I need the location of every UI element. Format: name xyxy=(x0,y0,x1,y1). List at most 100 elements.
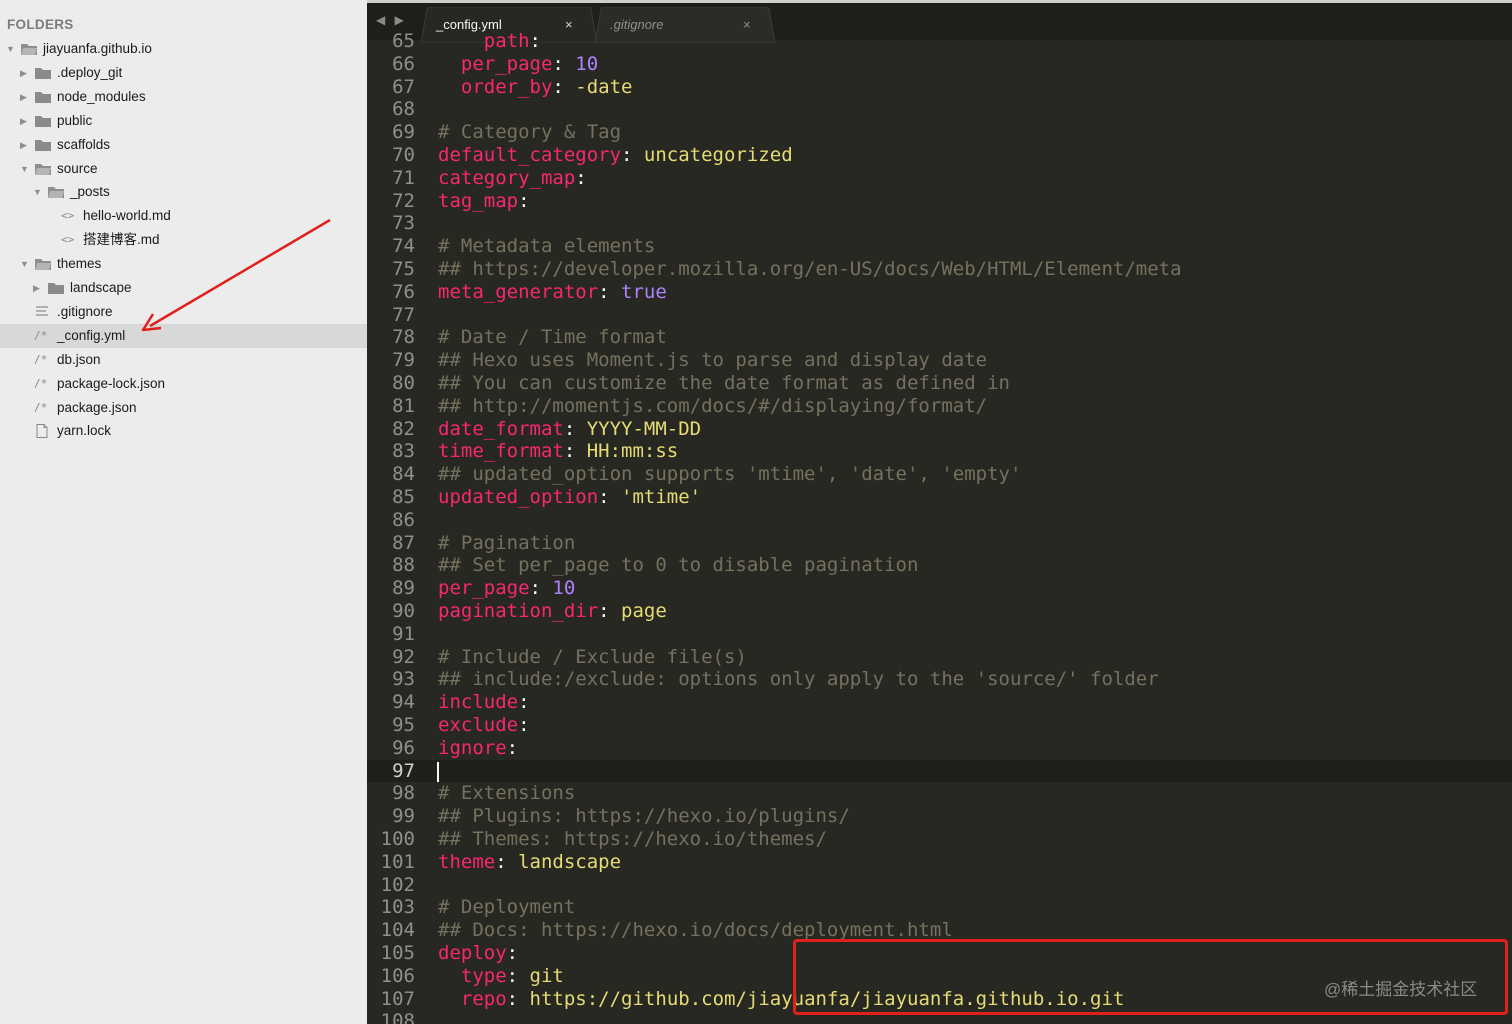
code-line: 85 updated_option: 'mtime' xyxy=(367,486,1512,509)
line-number: 68 xyxy=(392,98,415,121)
code-token: deploy xyxy=(438,942,507,964)
disclosure-collapsed-icon[interactable]: ▶ xyxy=(20,61,27,85)
file-md[interactable]: <> 搭建博客.md xyxy=(0,228,367,252)
file-package-json[interactable]: /* package.json xyxy=(0,396,367,420)
line-number: 77 xyxy=(392,303,415,326)
folder-open-icon xyxy=(47,185,65,199)
file-db-json[interactable]: /* db.json xyxy=(0,348,367,372)
folder-icon xyxy=(34,138,52,152)
folder-open-icon xyxy=(20,42,38,56)
line-content: # Category & Tag xyxy=(438,121,621,144)
folder-posts[interactable]: ▼ _posts xyxy=(0,180,367,204)
tree-item-label: package-lock.json xyxy=(57,375,166,391)
code-token: # Deployment xyxy=(438,896,576,919)
tree-item-label: source xyxy=(57,160,98,176)
code-token: landscape xyxy=(518,850,622,873)
code-token: git xyxy=(529,964,564,987)
line-number: 89 xyxy=(392,577,415,600)
file-hello-world-md[interactable]: <> hello-world.md xyxy=(0,204,367,228)
line-number: 84 xyxy=(392,463,415,486)
code-token: # Include / Exclude file(s) xyxy=(438,645,747,668)
code-line: 100 ## Themes: https://hexo.io/themes/ xyxy=(367,828,1512,851)
code-token: true xyxy=(621,280,667,303)
code-token: : xyxy=(552,52,576,75)
tree-item-label: yarn.lock xyxy=(57,423,112,439)
file-config-yml[interactable]: /* _config.yml xyxy=(0,323,367,348)
file-package-lock-json[interactable]: /* package-lock.json xyxy=(0,372,367,396)
folder-node-modules[interactable]: ▶ node_modules xyxy=(0,85,367,109)
code-token: : xyxy=(506,964,530,987)
file-icon xyxy=(34,424,52,439)
code-token: ## Hexo uses Moment.js to parse and disp… xyxy=(438,349,988,372)
line-content: ## updated_option supports 'mtime', 'dat… xyxy=(438,463,1021,486)
line-number: 108 xyxy=(380,1010,415,1024)
disclosure-expanded-icon[interactable]: ▼ xyxy=(6,37,15,61)
tree-item-label: themes xyxy=(57,256,102,272)
folder-jiayuanfa-github-io[interactable]: ▼ jiayuanfa.github.io xyxy=(0,37,367,61)
line-number: 85 xyxy=(392,486,415,508)
code-line: 81 ## http://momentjs.com/docs/#/displayi… xyxy=(367,395,1512,418)
code-token: ## updated_option supports 'mtime', 'dat… xyxy=(438,463,1022,486)
code-token: # Metadata elements xyxy=(438,235,656,258)
folder-landscape[interactable]: ▶ landscape xyxy=(0,276,367,300)
code-line: 104 ## Docs: https://hexo.io/docs/deploym… xyxy=(367,919,1512,942)
code-line: 92 # Include / Exclude file(s) xyxy=(367,646,1512,669)
folder-themes[interactable]: ▼ themes xyxy=(0,252,367,276)
disclosure-expanded-icon[interactable]: ▼ xyxy=(20,157,29,181)
code-file-icon: /* xyxy=(34,376,48,390)
line-content: category_map: xyxy=(438,167,587,190)
folder-public[interactable]: ▶ public xyxy=(0,109,367,133)
folder-icon xyxy=(34,66,52,80)
code-area[interactable]: 65 path: 66 per_page: 10 67 order_by: -dat… xyxy=(367,30,1512,1024)
line-number: 78 xyxy=(392,326,415,349)
folder-icon xyxy=(34,90,52,104)
tab-nav-arrows[interactable]: ◀ ▶ xyxy=(376,13,407,27)
folder-scaffolds[interactable]: ▶ scaffolds xyxy=(0,133,367,157)
markdown-file-icon: <> xyxy=(61,233,75,247)
line-number: 86 xyxy=(392,508,415,531)
folder-source[interactable]: ▼ source xyxy=(0,157,367,181)
folder-deploy-git[interactable]: ▶ .deploy_git xyxy=(0,61,367,85)
file-yarn-lock[interactable]: yarn.lock xyxy=(0,419,367,443)
code-line: 67 order_by: -date xyxy=(367,76,1512,99)
code-token: : xyxy=(506,736,519,759)
code-line: 73 xyxy=(367,212,1512,235)
code-line: 97 xyxy=(367,759,1512,783)
disclosure-collapsed-icon[interactable]: ▶ xyxy=(20,133,27,157)
code-line: 69 # Category & Tag xyxy=(367,121,1512,144)
line-number: 104 xyxy=(380,919,415,942)
code-line: 95 exclude: xyxy=(367,714,1512,737)
code-line: 65 path: xyxy=(367,30,1512,53)
line-content: exclude: xyxy=(438,714,530,737)
line-content: pagination_dir: page xyxy=(438,600,667,623)
line-number: 98 xyxy=(392,782,415,805)
line-content: # Include / Exclude file(s) xyxy=(438,646,747,669)
line-number: 75 xyxy=(392,258,415,280)
code-line: 103 # Deployment xyxy=(367,896,1512,919)
disclosure-collapsed-icon[interactable]: ▶ xyxy=(20,109,27,133)
disclosure-expanded-icon[interactable]: ▼ xyxy=(20,252,29,276)
code-token: : xyxy=(529,30,541,52)
code-line: 83 time_format: HH:mm:ss xyxy=(367,440,1512,463)
line-content: # Extensions xyxy=(438,782,575,805)
disclosure-expanded-icon[interactable]: ▼ xyxy=(33,180,42,204)
line-number: 74 xyxy=(392,235,415,258)
line-number: 67 xyxy=(392,75,415,98)
line-number: 83 xyxy=(392,440,415,463)
code-line: 96 ignore: xyxy=(367,737,1512,760)
code-token: # Category & Tag xyxy=(438,121,622,144)
editor-pane[interactable]: ◀ ▶ _config.yml × .gitignore × 65 path: 66 p… xyxy=(367,0,1512,1024)
code-line: 91 xyxy=(367,623,1512,646)
disclosure-collapsed-icon[interactable]: ▶ xyxy=(20,85,27,109)
code-token: HH:mm:ss xyxy=(586,440,679,463)
tree-item-label: 搭建博客.md xyxy=(83,232,160,248)
file-gitignore[interactable]: .gitignore xyxy=(0,300,367,324)
code-token: : xyxy=(598,280,622,303)
line-content: # Pagination xyxy=(438,532,575,555)
line-number: 95 xyxy=(392,714,415,736)
line-content: default_category: uncategorized xyxy=(438,144,793,167)
text-file-icon xyxy=(34,305,52,319)
disclosure-collapsed-icon[interactable]: ▶ xyxy=(33,276,40,300)
